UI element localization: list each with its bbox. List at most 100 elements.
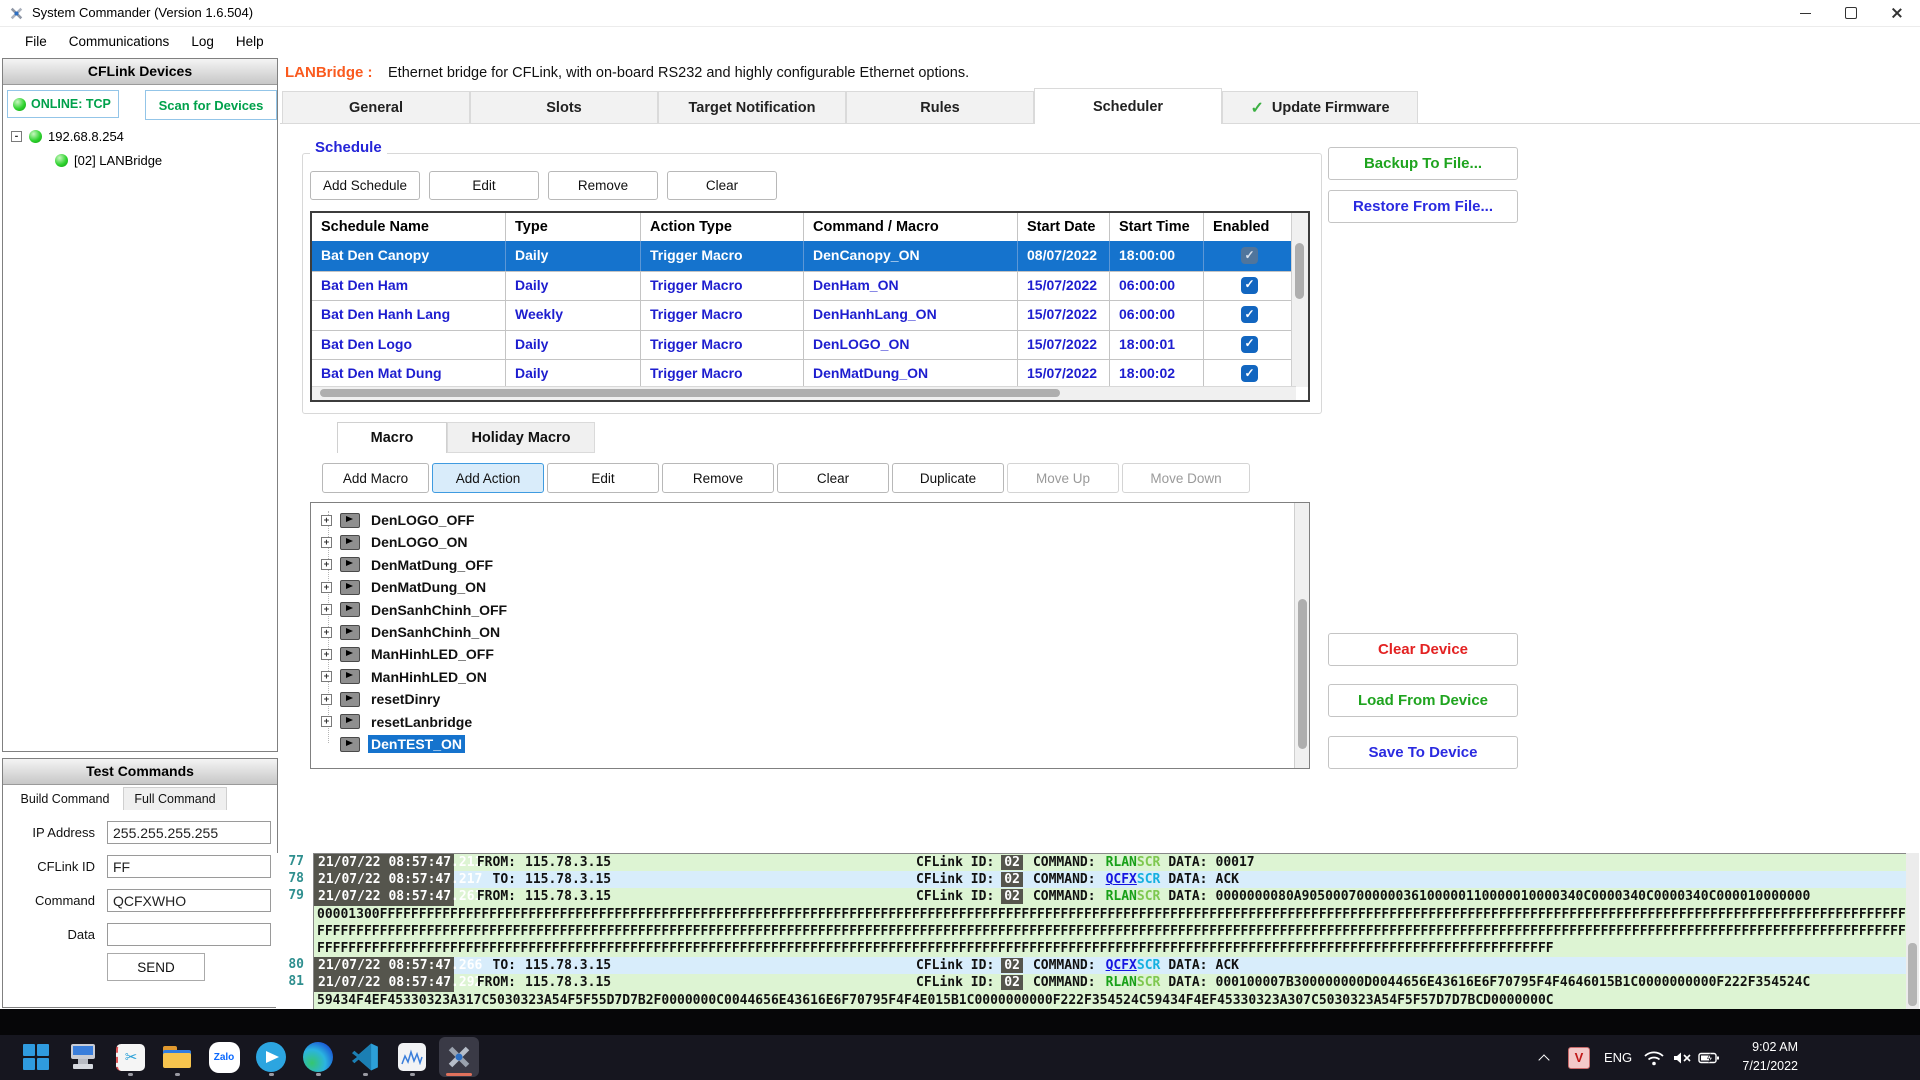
enabled-checkbox[interactable]: ✓ (1241, 277, 1258, 294)
tab-holiday-macro[interactable]: Holiday Macro (447, 422, 595, 453)
macro-clear-button[interactable]: Clear (777, 463, 889, 493)
tree-item[interactable]: +ManHinhLED_OFF (321, 643, 497, 665)
taskbar-zalo[interactable]: Zalo (204, 1037, 244, 1077)
table-row[interactable]: Bat Den HamDailyTrigger MacroDenHam_ON15… (312, 271, 1296, 302)
expand-icon[interactable]: + (321, 515, 332, 526)
table-scrollbar-thumb[interactable] (320, 389, 1060, 397)
clear-device-button[interactable]: Clear Device (1328, 633, 1518, 666)
taskbar-remote-desktop[interactable] (63, 1037, 103, 1077)
tree-vertical-scrollbar[interactable] (1294, 503, 1309, 768)
cflink-id-input[interactable] (107, 855, 271, 878)
column-header[interactable]: Command / Macro (804, 213, 1018, 241)
expand-icon[interactable]: + (321, 716, 332, 727)
tab-slots[interactable]: Slots (470, 91, 658, 124)
collapse-icon[interactable]: - (11, 131, 22, 142)
log-output[interactable]: 21/07/22 08:57:47.211FROM:115.78.3.15CFL… (313, 853, 1906, 1009)
column-header[interactable]: Type (506, 213, 641, 241)
tree-item[interactable]: +DenLOGO_ON (321, 531, 470, 553)
log-scrollbar-thumb[interactable] (1908, 943, 1917, 1005)
tree-item[interactable]: +DenSanhChinh_OFF (321, 599, 510, 621)
schedule-table[interactable]: Schedule NameTypeAction TypeCommand / Ma… (310, 211, 1310, 402)
tab-scheduler[interactable]: Scheduler (1034, 88, 1222, 124)
tree-item[interactable]: +DenMatDung_OFF (321, 554, 496, 576)
tree-item[interactable]: +DenSanhChinh_ON (321, 621, 503, 643)
column-header[interactable]: Start Date (1018, 213, 1110, 241)
device-tree-root[interactable]: - 192.68.8.254 (11, 129, 124, 144)
load-from-device-button[interactable]: Load From Device (1328, 684, 1518, 717)
table-vertical-scrollbar[interactable] (1291, 213, 1308, 387)
tab-build-command[interactable]: Build Command (9, 787, 121, 810)
log-scrollbar[interactable] (1906, 853, 1919, 1009)
macro-tree[interactable]: +DenLOGO_OFF+DenLOGO_ON+DenMatDung_OFF+D… (310, 502, 1310, 769)
expand-icon[interactable]: + (321, 627, 332, 638)
save-to-device-button[interactable]: Save To Device (1328, 736, 1518, 769)
macro-duplicate-button[interactable]: Duplicate (892, 463, 1004, 493)
tab-update-firmware[interactable]: ✓Update Firmware (1222, 91, 1418, 124)
taskbar-system-commander[interactable] (439, 1037, 479, 1077)
column-header[interactable]: Action Type (641, 213, 804, 241)
taskbar-task-manager[interactable] (392, 1037, 432, 1077)
enabled-checkbox[interactable]: ✓ (1241, 336, 1258, 353)
device-tree-child[interactable]: [02] LANBridge (55, 153, 162, 168)
taskbar-vscode[interactable] (345, 1037, 385, 1077)
expand-icon[interactable]: + (321, 604, 332, 615)
tray-clock[interactable]: 9:02 AM 7/21/2022 (1708, 1038, 1798, 1076)
macro-add-macro-button[interactable]: Add Macro (322, 463, 429, 493)
expand-icon[interactable]: + (321, 537, 332, 548)
table-row[interactable]: Bat Den CanopyDailyTrigger MacroDenCanop… (312, 241, 1296, 272)
tray-volume[interactable] (1672, 1035, 1692, 1080)
macro-edit-button[interactable]: Edit (547, 463, 659, 493)
table-horizontal-scrollbar[interactable] (312, 386, 1296, 400)
backup-to-file-button[interactable]: Backup To File... (1328, 147, 1518, 180)
schedule-remove-button[interactable]: Remove (548, 171, 658, 200)
minimize-button[interactable] (1782, 0, 1828, 26)
ip-address-input[interactable] (107, 821, 271, 844)
enabled-checkbox[interactable]: ✓ (1241, 247, 1258, 264)
table-row[interactable]: Bat Den Hanh LangWeeklyTrigger MacroDenH… (312, 300, 1296, 331)
tree-item[interactable]: +ManHinhLED_ON (321, 666, 490, 688)
menu-item-log[interactable]: Log (180, 34, 225, 49)
start-button[interactable] (16, 1037, 56, 1077)
expand-icon[interactable]: + (321, 559, 332, 570)
data-input[interactable] (107, 923, 271, 946)
tray-language[interactable]: ENG (1604, 1035, 1632, 1080)
expand-icon[interactable]: + (321, 671, 332, 682)
tree-item[interactable]: +DenLOGO_OFF (321, 509, 477, 531)
tray-wifi[interactable] (1644, 1035, 1664, 1080)
enabled-checkbox[interactable]: ✓ (1241, 306, 1258, 323)
tray-chevron[interactable] (1540, 1035, 1550, 1080)
taskbar-edge[interactable] (298, 1037, 338, 1077)
table-scrollbar-thumb[interactable] (1295, 243, 1304, 299)
expand-icon[interactable]: + (321, 582, 332, 593)
schedule-edit-button[interactable]: Edit (429, 171, 539, 200)
macro-add-action-button[interactable]: Add Action (432, 463, 544, 493)
send-button[interactable]: SEND (107, 953, 205, 981)
table-row[interactable]: Bat Den Mat DungDailyTrigger MacroDenMat… (312, 359, 1296, 390)
tray-ime[interactable]: V (1568, 1035, 1590, 1080)
taskbar-telegram[interactable] (251, 1037, 291, 1077)
menu-item-communications[interactable]: Communications (58, 34, 181, 49)
column-header[interactable]: Schedule Name (312, 213, 506, 241)
expand-icon[interactable]: + (321, 649, 332, 660)
tree-item[interactable]: +resetDinry (321, 688, 443, 710)
tree-item[interactable]: +DenMatDung_ON (321, 576, 489, 598)
scan-for-devices-button[interactable]: Scan for Devices (145, 90, 277, 120)
restore-from-file-button[interactable]: Restore From File... (1328, 190, 1518, 223)
schedule-clear-button[interactable]: Clear (667, 171, 777, 200)
menu-item-file[interactable]: File (14, 34, 58, 49)
column-header[interactable]: Enabled (1204, 213, 1296, 241)
column-header[interactable]: Start Time (1110, 213, 1204, 241)
tab-target-notification[interactable]: Target Notification (658, 91, 846, 124)
schedule-add-schedule-button[interactable]: Add Schedule (310, 171, 420, 200)
tree-item[interactable]: +resetLanbridge (321, 711, 475, 733)
tab-rules[interactable]: Rules (846, 91, 1034, 124)
tab-full-command[interactable]: Full Command (123, 787, 227, 810)
close-button[interactable] (1874, 0, 1920, 26)
taskbar-file-explorer[interactable] (157, 1037, 197, 1077)
command-input[interactable] (107, 889, 271, 912)
enabled-checkbox[interactable]: ✓ (1241, 365, 1258, 382)
macro-remove-button[interactable]: Remove (662, 463, 774, 493)
tree-item[interactable]: DenTEST_ON (321, 733, 465, 755)
tab-macro[interactable]: Macro (337, 422, 447, 453)
maximize-button[interactable] (1828, 0, 1874, 26)
